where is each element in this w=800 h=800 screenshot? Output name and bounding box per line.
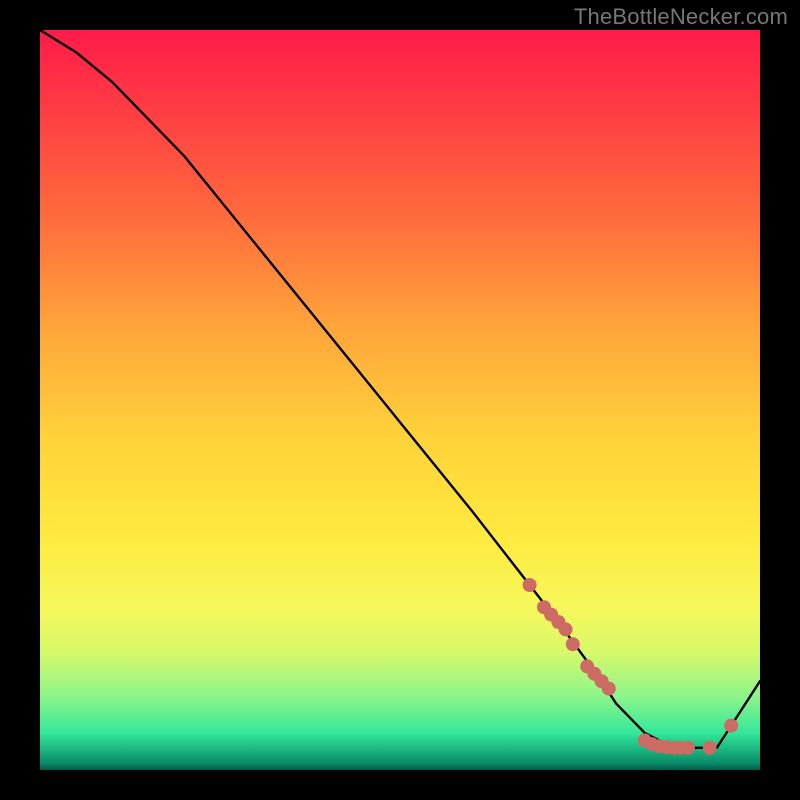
marker-point	[681, 741, 695, 755]
marker-point	[724, 719, 738, 733]
marker-point	[703, 741, 717, 755]
bottleneck-curve	[40, 30, 760, 748]
marker-point	[559, 622, 573, 636]
marker-point	[523, 578, 537, 592]
chart-stage: TheBottleNecker.com	[0, 0, 800, 800]
curve-svg	[40, 30, 760, 770]
marker-group	[523, 578, 739, 755]
watermark-text: TheBottleNecker.com	[574, 4, 788, 30]
marker-point	[566, 637, 580, 651]
plot-area	[40, 30, 760, 770]
marker-point	[602, 682, 616, 696]
